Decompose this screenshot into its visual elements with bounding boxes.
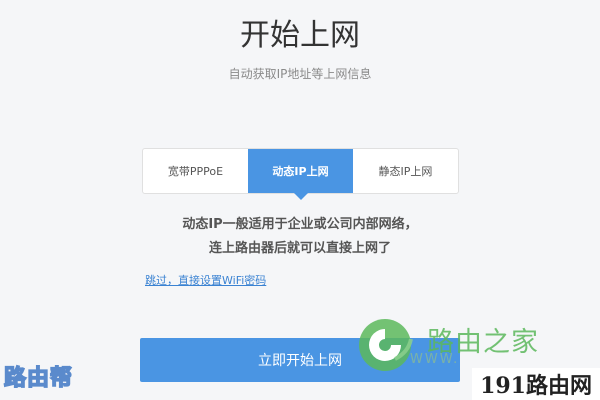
tab-pppoe[interactable]: 宽带PPPoE <box>143 149 248 193</box>
luyouzhijia-logo-icon <box>359 319 413 371</box>
watermark-luyoubang: 路由帮 <box>3 365 74 392</box>
tab-static-ip[interactable]: 静态IP上网 <box>353 149 458 193</box>
page-subtitle: 自动获取IP地址等上网信息 <box>228 67 372 81</box>
watermark-191luyouwang: 191路由网 <box>472 368 600 400</box>
description-line-1: 动态IP一般适用于企业或公司内部网络， <box>182 217 418 232</box>
tab-dynamic-ip[interactable]: 动态IP上网 <box>248 149 353 200</box>
skip-to-wifi-link[interactable]: 跳过，直接设置WiFi密码 <box>145 272 266 288</box>
connection-type-tabs: 宽带PPPoE 动态IP上网 静态IP上网 <box>142 148 459 200</box>
description-line-2: 连上路由器后就可以直接上网了 <box>208 241 391 256</box>
page-title: 开始上网 <box>240 18 360 53</box>
connection-description: 动态IP一般适用于企业或公司内部网络， 连上路由器后就可以直接上网了 <box>0 213 600 261</box>
watermark-url: WWW. <box>410 352 460 367</box>
